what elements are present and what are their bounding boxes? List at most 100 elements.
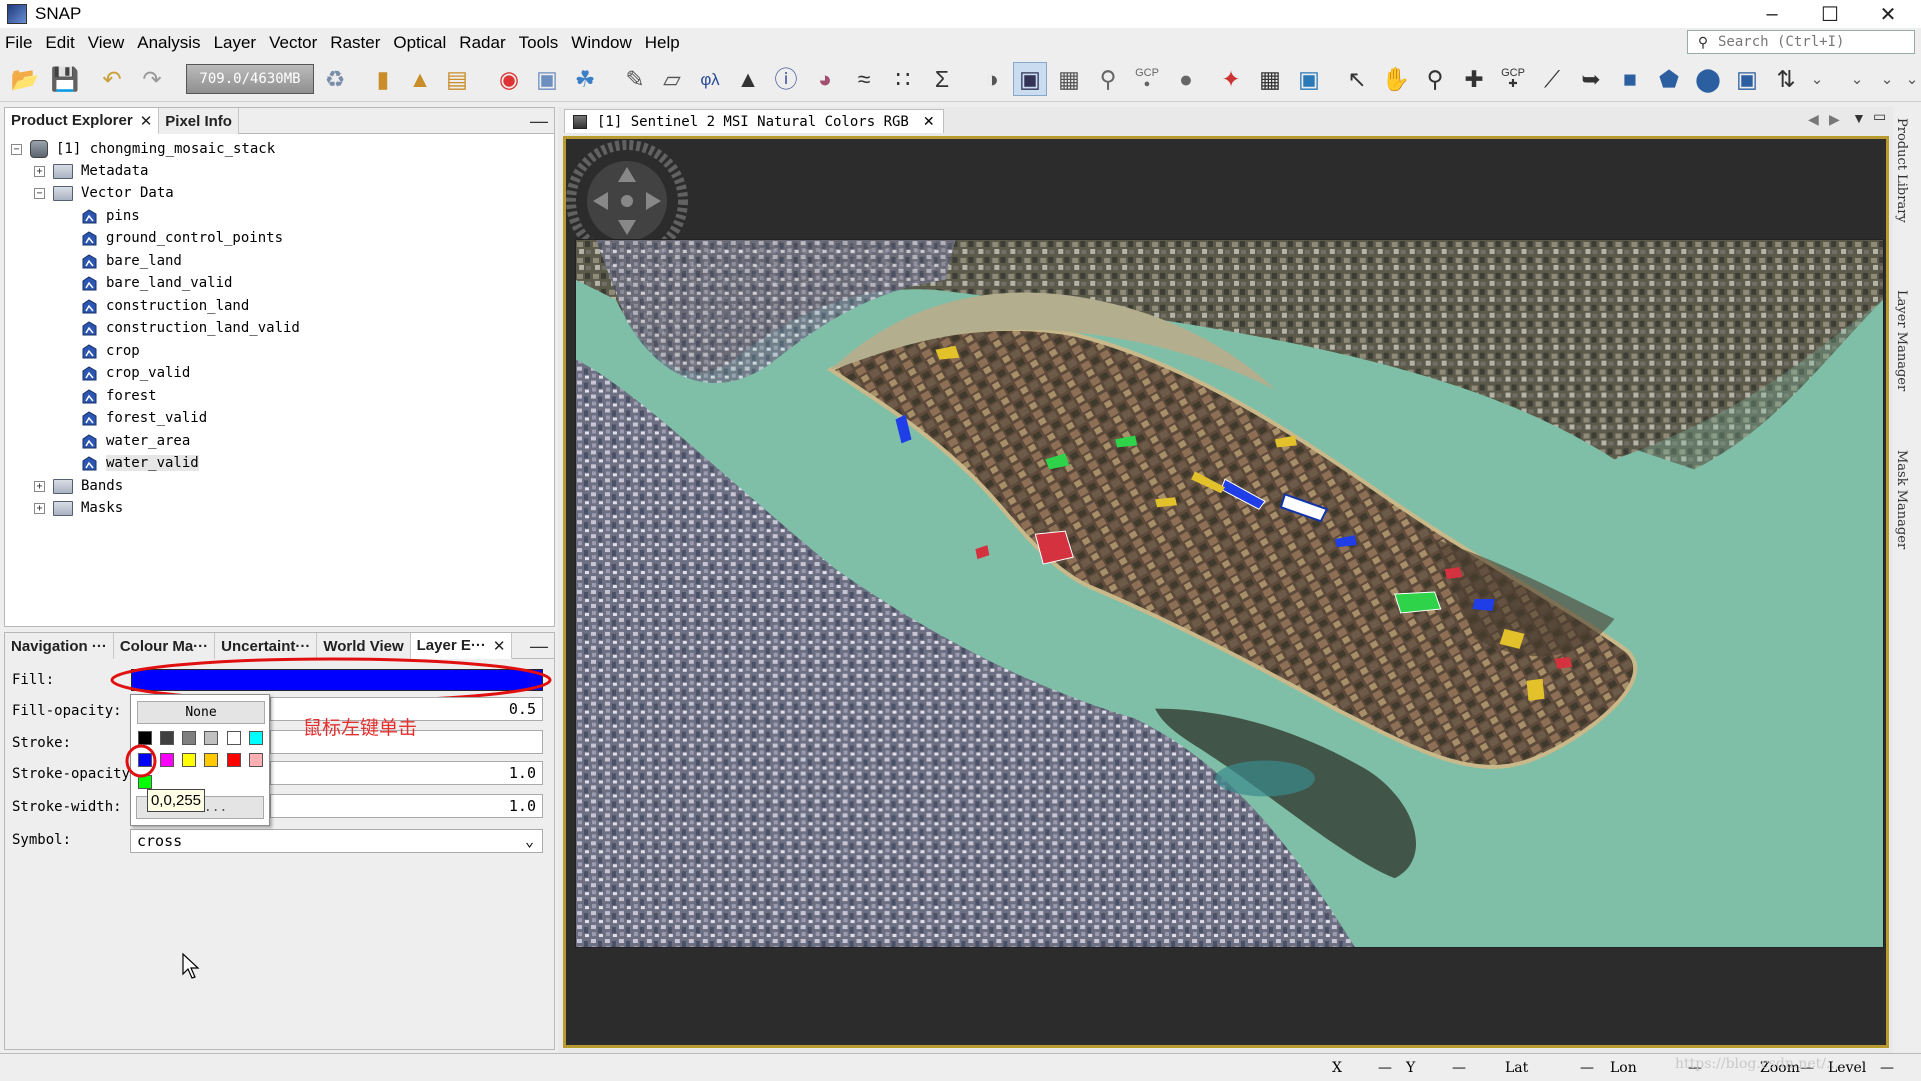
- select-tool-icon[interactable]: ↖: [1340, 62, 1374, 96]
- redo-icon[interactable]: ↷: [135, 62, 169, 96]
- tree-vector-item[interactable]: construction_land_valid: [81, 317, 300, 339]
- maximize-icon[interactable]: ☐: [1801, 0, 1859, 28]
- tree-vector-item[interactable]: construction_land: [81, 295, 249, 317]
- polygon-drawing-icon[interactable]: ⬟: [1652, 62, 1686, 96]
- satellite-image[interactable]: [575, 239, 1884, 948]
- menu-analysis[interactable]: Analysis: [132, 33, 205, 53]
- collapse-icon[interactable]: −: [11, 143, 22, 155]
- layer-manager-tab[interactable]: Layer Manager: [1894, 290, 1909, 391]
- line-drawing-icon[interactable]: ⟋: [1535, 62, 1569, 96]
- scatter-plot-icon[interactable]: ∷: [886, 62, 920, 96]
- bandmaths-icon[interactable]: ▮: [366, 62, 400, 96]
- spectrum-icon[interactable]: φλ: [693, 62, 727, 96]
- close-icon[interactable]: ✕: [1859, 0, 1917, 28]
- swatch-black[interactable]: [138, 731, 152, 745]
- tree-vector-item[interactable]: bare_land: [81, 250, 182, 272]
- save-icon[interactable]: 💾: [48, 62, 82, 96]
- draw-polygon-icon[interactable]: ▱: [655, 62, 689, 96]
- tab-product-explorer[interactable]: Product Explorer ✕: [5, 108, 160, 134]
- expand-icon[interactable]: +: [34, 502, 45, 514]
- swatch-magenta[interactable]: [160, 753, 174, 767]
- overlay-icon[interactable]: ●: [1169, 62, 1203, 96]
- none-color-button[interactable]: None: [137, 701, 265, 724]
- toolbar-overflow4-icon[interactable]: ⌄: [1895, 62, 1921, 96]
- tree-vector-item[interactable]: forest: [81, 385, 157, 407]
- gcp-placing-icon[interactable]: GCP ✚: [1496, 62, 1530, 96]
- subset-icon[interactable]: ▲: [403, 62, 437, 96]
- tab-pixel-info[interactable]: Pixel Info: [159, 108, 239, 134]
- close-tab-icon[interactable]: ✕: [923, 113, 935, 130]
- tree-vector-item[interactable]: forest_valid: [81, 407, 207, 429]
- menu-tools[interactable]: Tools: [514, 33, 564, 53]
- collapse-icon[interactable]: −: [34, 187, 45, 199]
- draw-polyline-icon[interactable]: ✎: [618, 62, 652, 96]
- memory-indicator[interactable]: 709.0/4630MB: [186, 64, 314, 94]
- magic-wand-icon[interactable]: ▣: [1730, 62, 1764, 96]
- mask-area-icon[interactable]: ◑: [975, 62, 1009, 96]
- world-wind-icon[interactable]: ☘: [568, 62, 602, 96]
- swatch-light-gray[interactable]: [204, 731, 218, 745]
- time-series-icon[interactable]: ▣: [1292, 62, 1326, 96]
- menu-view[interactable]: View: [83, 33, 130, 53]
- gcp-manager-icon[interactable]: GCP ●: [1130, 62, 1164, 96]
- tab-sentinel-rgb[interactable]: [1] Sentinel 2 MSI Natural Colors RGB ✕: [564, 109, 944, 133]
- tree-vector-item[interactable]: crop: [81, 340, 140, 362]
- expand-icon[interactable]: +: [34, 480, 45, 492]
- menu-file[interactable]: File: [0, 33, 37, 53]
- tree-vector-data[interactable]: − Vector Data: [34, 182, 174, 204]
- sum-icon[interactable]: Σ: [925, 62, 959, 96]
- tab-list-icon[interactable]: ▼: [1852, 110, 1866, 126]
- tree-product[interactable]: − [1] chongming_mosaic_stack: [11, 138, 275, 160]
- polyline-drawing-icon[interactable]: ➥: [1574, 62, 1608, 96]
- tile-icon[interactable]: ▦: [1253, 62, 1287, 96]
- sync-views-icon[interactable]: ▣: [1013, 62, 1047, 96]
- minimize-panel-icon[interactable]: —: [530, 636, 548, 657]
- insert-figure-icon[interactable]: ⇅: [1769, 62, 1803, 96]
- swatch-orange[interactable]: [204, 753, 218, 767]
- tree-vector-item[interactable]: pins: [81, 205, 140, 227]
- ellipse-drawing-icon[interactable]: ⬤: [1691, 62, 1725, 96]
- menu-vector[interactable]: Vector: [264, 33, 322, 53]
- mask-manager-tab[interactable]: Mask Manager: [1894, 450, 1909, 549]
- band-image-icon[interactable]: ▣: [530, 62, 564, 96]
- minimize-panel-icon[interactable]: —: [530, 111, 548, 132]
- tree-vector-item[interactable]: bare_land_valid: [81, 272, 232, 294]
- pin-manager-icon[interactable]: ⚲: [1091, 62, 1125, 96]
- menu-edit[interactable]: Edit: [40, 33, 79, 53]
- tab-prev-icon[interactable]: ◀: [1808, 111, 1819, 128]
- stroke-width-field[interactable]: 1.0: [270, 794, 543, 818]
- zoom-tool-icon[interactable]: ⚲: [1418, 62, 1452, 96]
- menu-optical[interactable]: Optical: [388, 33, 451, 53]
- range-finder-icon[interactable]: ✦: [1214, 62, 1248, 96]
- menu-radar[interactable]: Radar: [454, 33, 510, 53]
- swatch-red[interactable]: [227, 753, 241, 767]
- symbol-select[interactable]: cross ⌄: [130, 829, 543, 853]
- tree-vector-item-selected[interactable]: water_valid: [81, 452, 199, 474]
- graticule-icon[interactable]: ▦: [1052, 62, 1086, 96]
- swatch-pink[interactable]: [249, 753, 263, 767]
- tree-vector-item[interactable]: water_area: [81, 430, 190, 452]
- undo-icon[interactable]: ↶: [95, 62, 129, 96]
- toolbar-overflow-icon[interactable]: ⌄: [1800, 62, 1834, 96]
- pan-tool-icon[interactable]: ✋: [1379, 62, 1413, 96]
- expand-icon[interactable]: +: [34, 165, 45, 177]
- stroke-opacity-field[interactable]: 1.0: [270, 761, 543, 785]
- rectangle-drawing-icon[interactable]: ■: [1613, 62, 1647, 96]
- information-icon[interactable]: ⓘ: [769, 62, 803, 96]
- swatch-yellow[interactable]: [182, 753, 196, 767]
- maximize-view-icon[interactable]: ▭: [1873, 108, 1886, 125]
- swatch-white[interactable]: [227, 731, 241, 745]
- histogram-icon[interactable]: ▲: [731, 62, 765, 96]
- tree-masks[interactable]: + Masks: [34, 497, 123, 519]
- swatch-dark-gray[interactable]: [160, 731, 174, 745]
- menu-layer[interactable]: Layer: [209, 33, 262, 53]
- rgb-image-icon[interactable]: ◉: [492, 62, 526, 96]
- tree-metadata[interactable]: + Metadata: [34, 160, 148, 182]
- toolbar-overflow2-icon[interactable]: ⌄: [1840, 62, 1874, 96]
- minimize-icon[interactable]: –: [1743, 0, 1801, 28]
- search-box[interactable]: ⚲ Search (Ctrl+I): [1687, 30, 1915, 54]
- statistics-icon[interactable]: ◕: [808, 62, 842, 96]
- tree-vector-item[interactable]: crop_valid: [81, 362, 190, 384]
- menu-help[interactable]: Help: [640, 33, 685, 53]
- swatch-cyan[interactable]: [249, 731, 263, 745]
